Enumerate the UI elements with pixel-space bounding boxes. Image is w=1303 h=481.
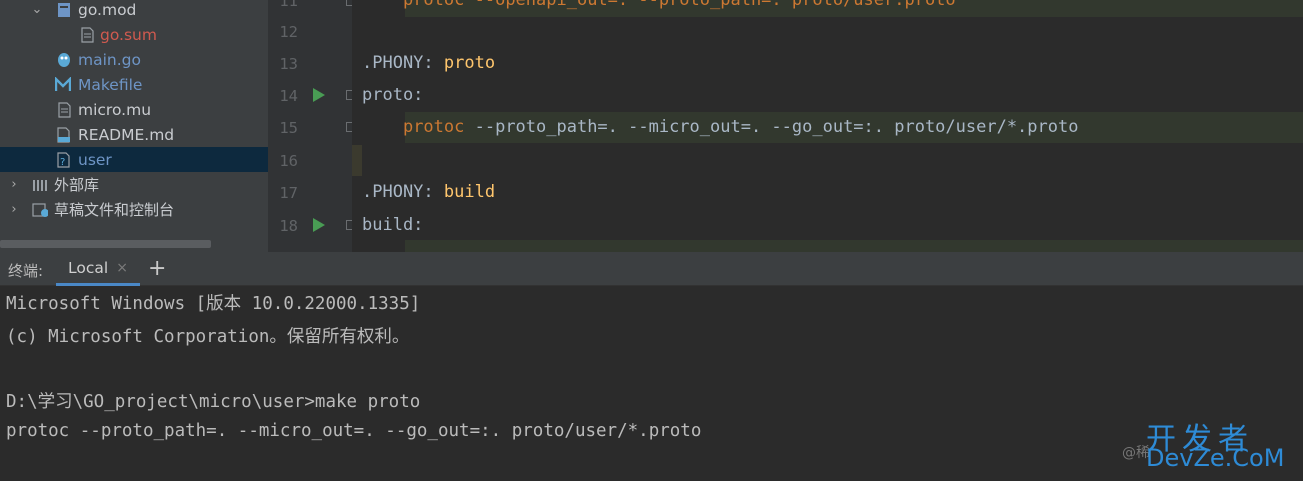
chevron-right-icon[interactable]: ›: [7, 177, 21, 192]
close-icon[interactable]: ×: [116, 260, 128, 276]
code-text: .PHONY: build: [362, 182, 496, 202]
project-tree: ⌄ go.mod go.sum main.go Makefile micro.m…: [0, 0, 268, 252]
code-line-18: build:: [362, 215, 423, 235]
tab-label: Local: [68, 258, 109, 277]
terminal-line: D:\学习\GO_project\micro\user>make proto: [6, 392, 421, 412]
code-text: build:: [362, 215, 424, 235]
editor-gutter: 11 12 13 14 15 16 17 18 19: [268, 0, 356, 267]
tree-item-label: go.sum: [100, 25, 157, 44]
run-target-icon[interactable]: [313, 218, 325, 232]
tree-item-micro-mu[interactable]: micro.mu: [0, 97, 268, 122]
line-number: 16: [279, 152, 298, 170]
tree-item-label: go.mod: [78, 0, 137, 19]
terminal-toolbar: 终端: Local × +: [0, 252, 1303, 286]
new-terminal-button[interactable]: +: [148, 256, 166, 281]
tab-local[interactable]: Local ×: [56, 252, 140, 286]
markdown-icon: [56, 126, 72, 143]
tree-item-external-libraries[interactable]: › 外部库: [0, 172, 268, 197]
caret-line-marker: [352, 145, 362, 176]
watermark-logo: 开发者 DevZe.CoM: [1146, 414, 1296, 474]
horizontal-scrollbar[interactable]: [0, 240, 211, 248]
chevron-right-icon[interactable]: ›: [7, 202, 21, 217]
unknown-file-icon: ?: [56, 151, 72, 168]
scratches-icon: [32, 202, 48, 218]
terminal-line: (c) Microsoft Corporation。保留所有权利。: [6, 327, 410, 347]
text-file-icon: [56, 101, 72, 118]
line-number: 14: [279, 87, 298, 105]
code-text: protoc --proto_path=. --micro_out=. --go…: [402, 117, 1079, 137]
terminal-output[interactable]: Microsoft Windows [版本 10.0.22000.1335] (…: [0, 286, 1303, 481]
code-text: protoc --openapi_out=. --proto_path=. pr…: [402, 0, 956, 10]
tree-item-label: 草稿文件和控制台: [54, 201, 175, 219]
code-line-17: .PHONY: build: [362, 182, 495, 202]
line-number: 18: [279, 217, 298, 235]
tree-item-makefile[interactable]: Makefile: [0, 72, 268, 97]
tree-item-scratches[interactable]: › 草稿文件和控制台: [0, 197, 268, 222]
line-number: 11: [279, 0, 298, 10]
tree-item-label: 外部库: [54, 176, 100, 194]
library-icon: [32, 177, 48, 193]
run-target-icon[interactable]: [313, 88, 325, 102]
line-number: 15: [279, 119, 298, 137]
line-number: 13: [279, 55, 298, 73]
line-number: 17: [279, 184, 298, 202]
line-number: 12: [279, 23, 298, 41]
go-mod-icon: [56, 2, 72, 18]
tree-item-label: micro.mu: [78, 100, 152, 119]
code-text: .PHONY: proto: [362, 53, 496, 73]
file-icon: [79, 26, 95, 43]
code-text: proto:: [362, 85, 424, 105]
tree-item-label: Makefile: [78, 75, 143, 94]
code-line-15: protoc --proto_path=. --micro_out=. --go…: [362, 117, 1079, 137]
tree-item-go-mod[interactable]: ⌄ go.mod: [0, 0, 268, 22]
watermark-en: DevZe.CoM: [1146, 444, 1285, 472]
tree-item-readme[interactable]: README.md: [0, 122, 268, 147]
makefile-icon: [55, 76, 71, 93]
tree-item-user[interactable]: ? user: [0, 147, 268, 172]
tree-item-label: README.md: [78, 125, 175, 144]
code-line-14: proto:: [362, 85, 423, 105]
tree-item-go-sum[interactable]: go.sum: [0, 22, 268, 47]
code-line-13: .PHONY: proto: [362, 53, 495, 73]
tree-item-label: user: [78, 150, 112, 169]
terminal-title: 终端:: [8, 262, 44, 280]
chevron-down-icon[interactable]: ⌄: [30, 2, 44, 17]
terminal-line: protoc --proto_path=. --micro_out=. --go…: [6, 421, 702, 441]
svg-text:?: ?: [60, 157, 65, 168]
tree-item-main-go[interactable]: main.go: [0, 47, 268, 72]
line-highlight: [405, 240, 1303, 252]
go-file-icon: [56, 52, 72, 68]
terminal-line: Microsoft Windows [版本 10.0.22000.1335]: [6, 294, 421, 314]
code-editor[interactable]: protoc --openapi_out=. --proto_path=. pr…: [352, 0, 1303, 252]
code-line-11: protoc --openapi_out=. --proto_path=. pr…: [362, 0, 956, 10]
tree-item-label: main.go: [78, 50, 141, 69]
